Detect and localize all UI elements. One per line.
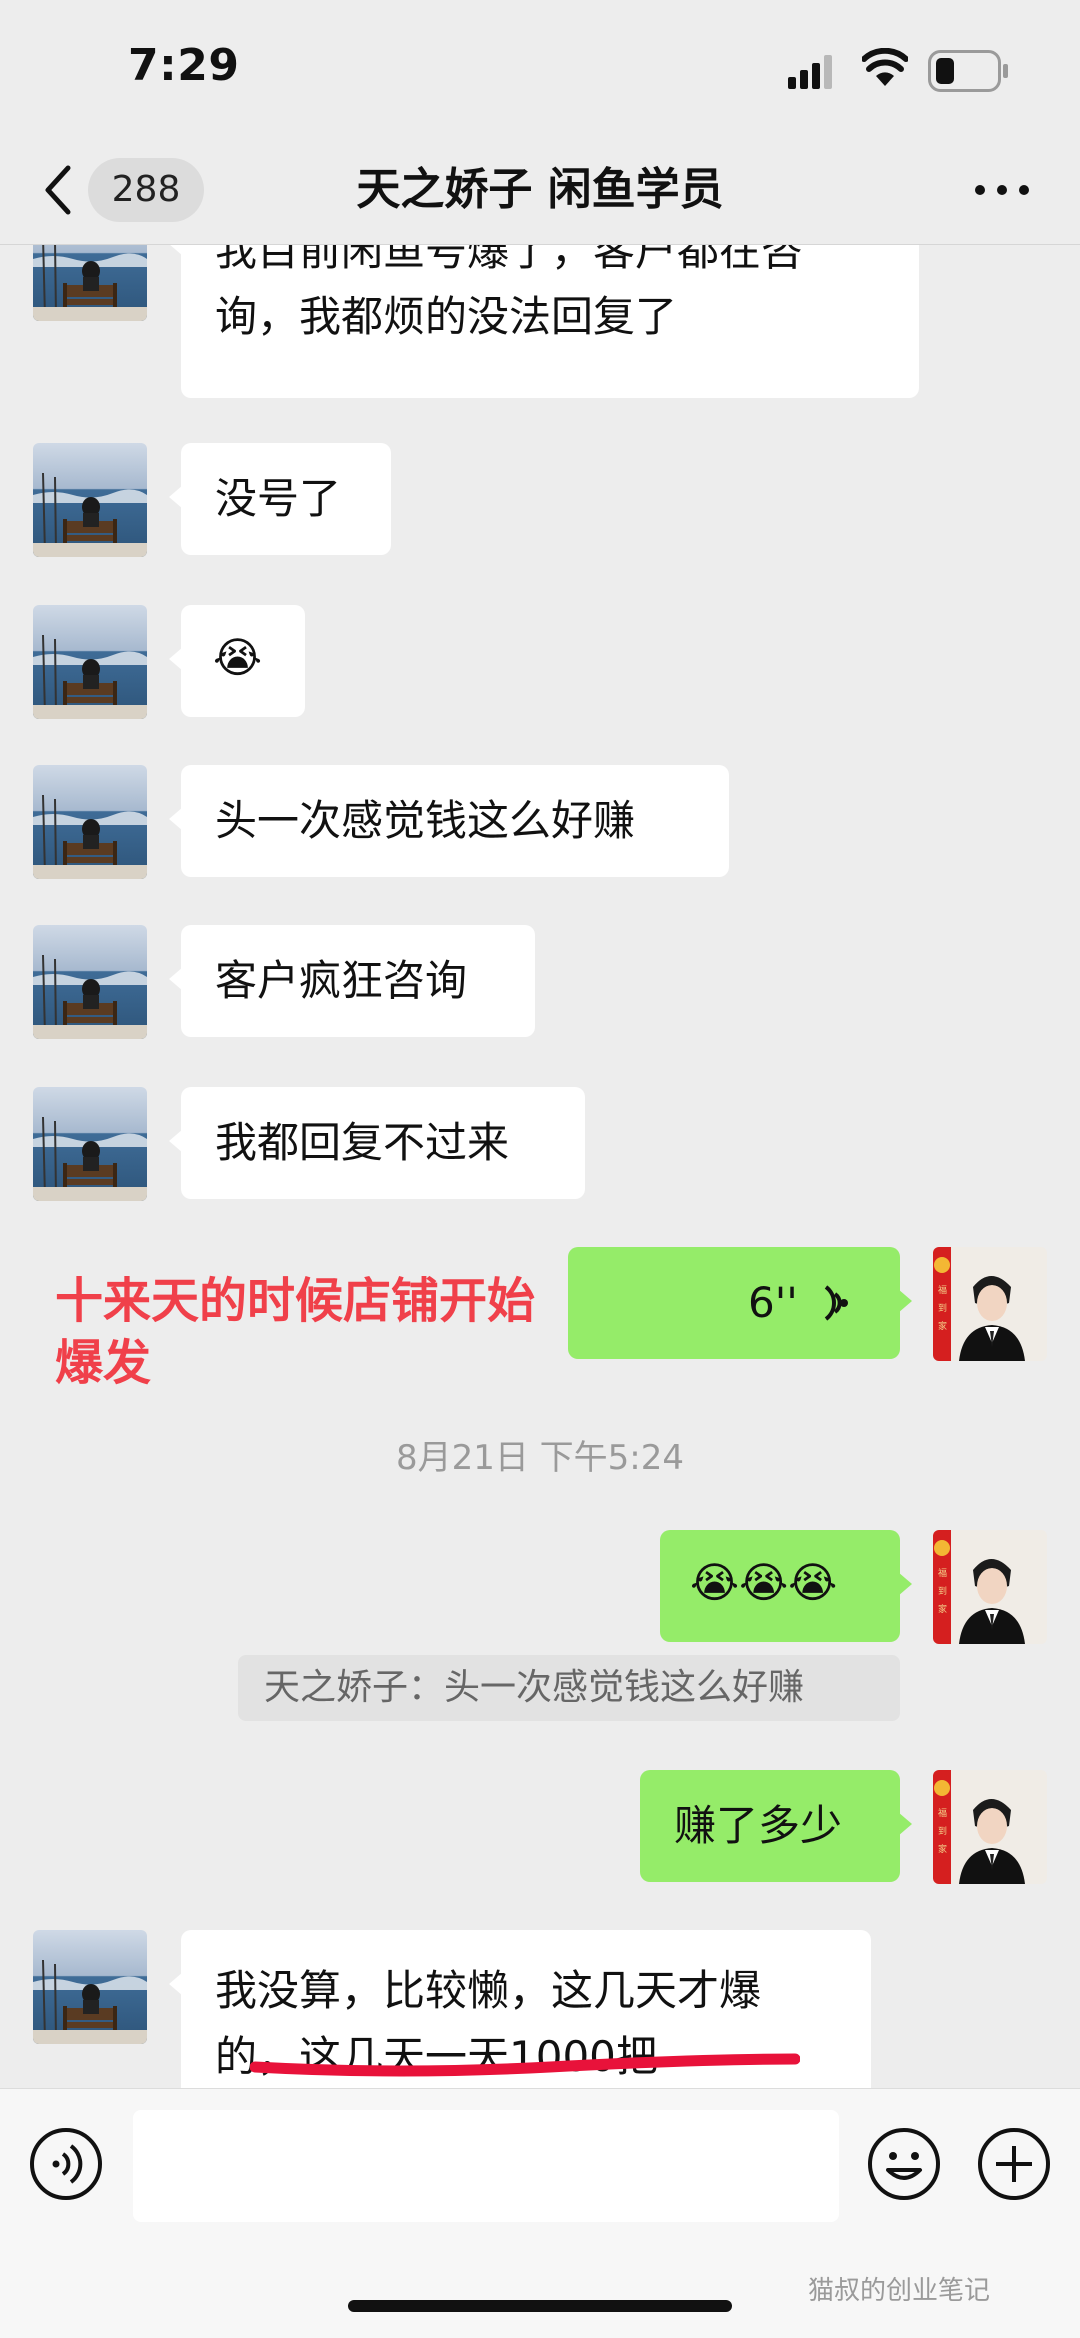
message-text: 没号了 <box>215 474 342 523</box>
self-avatar[interactable] <box>933 1530 1047 1644</box>
contact-avatar[interactable] <box>33 1087 147 1201</box>
message-bubble[interactable]: 赚了多少 <box>640 1770 912 1882</box>
message-bubble[interactable]: 我目前闲鱼号爆了，客户都在咨 询，我都烦的没法回复了 <box>169 245 919 398</box>
self-avatar[interactable] <box>933 1770 1047 1884</box>
contact-avatar[interactable] <box>33 245 147 321</box>
annotation-line: 十来天的时候店铺开始 <box>55 1273 536 1329</box>
message-text: 客户疯狂咨询 <box>215 956 468 1005</box>
voice-duration: 6'' <box>748 1278 798 1327</box>
contact-avatar[interactable] <box>33 925 147 1039</box>
battery-icon <box>928 50 1008 92</box>
annotation-line: 爆发 <box>55 1335 152 1391</box>
message-timestamp: 8月21日 下午5:24 <box>395 1438 685 1478</box>
contact-avatar[interactable] <box>33 1930 147 2044</box>
chat-title: 天之娇子 闲鱼学员 <box>356 164 724 215</box>
message-bubble[interactable]: 😭 <box>169 605 305 717</box>
chevron-left-icon[interactable] <box>38 160 78 220</box>
message-text: 赚了多少 <box>674 1801 843 1850</box>
message-text: 询，我都烦的没法回复了 <box>215 292 678 341</box>
message-emoji: 😭😭😭 <box>690 1558 838 1607</box>
voice-wave-icon <box>824 1285 848 1321</box>
message-text: 头一次感觉钱这么好赚 <box>215 796 636 845</box>
contact-avatar[interactable] <box>33 765 147 879</box>
contact-avatar[interactable] <box>33 443 147 557</box>
watermark: 猫叔的创业笔记 <box>808 2276 991 2306</box>
message-bubble[interactable]: 客户疯狂咨询 <box>169 925 535 1037</box>
message-bubble[interactable]: 头一次感觉钱这么好赚 <box>169 765 729 877</box>
quoted-message[interactable]: 天之娇子：头一次感觉钱这么好赚 <box>238 1655 900 1721</box>
self-avatar[interactable] <box>933 1247 1047 1361</box>
message-text: 我没算，比较懒，这几天才爆 <box>215 1966 762 2015</box>
emoji-icon[interactable] <box>866 2126 942 2202</box>
voice-icon[interactable] <box>28 2126 104 2202</box>
home-indicator <box>348 2300 732 2312</box>
message-input[interactable] <box>133 2110 839 2222</box>
wifi-icon <box>862 48 908 86</box>
quote-text: 天之娇子：头一次感觉钱这么好赚 <box>264 1667 805 1708</box>
annotation-note: 十来天的时候店铺开始 爆发 <box>55 1270 615 1394</box>
plus-icon[interactable] <box>976 2126 1052 2202</box>
more-dots-icon[interactable] <box>972 172 1032 208</box>
message-list[interactable]: 我目前闲鱼号爆了，客户都在咨 询，我都烦的没法回复了 没号了 😭 头一次感觉钱这… <box>0 245 1080 2088</box>
signal-icon <box>788 55 832 89</box>
voice-message-bubble[interactable]: 6'' <box>568 1247 912 1359</box>
status-time: 7:29 <box>128 40 240 91</box>
unread-count-badge[interactable]: 288 <box>88 158 204 222</box>
message-text: 我都回复不过来 <box>215 1118 510 1167</box>
message-text: 我目前闲鱼号爆了，客户都在咨 <box>215 245 804 275</box>
red-underline-mark <box>250 2053 800 2077</box>
message-bubble[interactable]: 😭😭😭 <box>660 1530 912 1642</box>
message-bubble[interactable]: 没号了 <box>169 443 391 555</box>
message-emoji: 😭 <box>213 633 263 682</box>
message-bubble[interactable]: 我都回复不过来 <box>169 1087 585 1199</box>
contact-avatar[interactable] <box>33 605 147 719</box>
